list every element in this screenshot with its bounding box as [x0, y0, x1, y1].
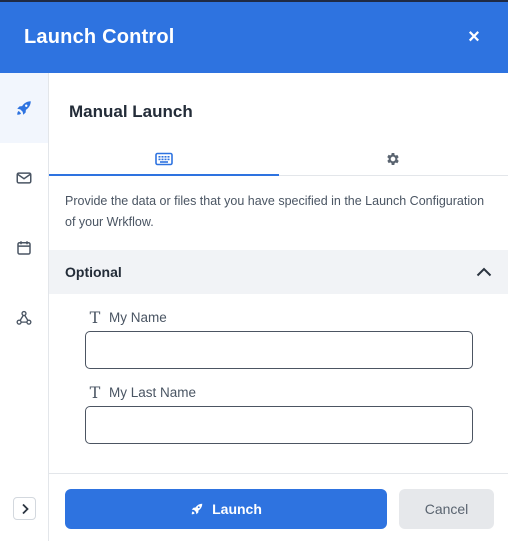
calendar-icon: [17, 241, 31, 255]
text-type-icon: T: [89, 383, 101, 402]
sidebar: [0, 73, 49, 541]
cancel-button[interactable]: Cancel: [399, 489, 494, 529]
launch-button[interactable]: Launch: [65, 489, 387, 529]
sidebar-item-email[interactable]: [0, 143, 48, 213]
sidebar-item-manual-launch[interactable]: [0, 73, 48, 143]
optional-section-header[interactable]: Optional: [49, 250, 508, 294]
rocket-icon: [17, 101, 31, 115]
rocket-icon: [191, 503, 203, 515]
dialog-header: Launch Control ×: [0, 0, 508, 73]
tab-input[interactable]: [49, 143, 279, 176]
section-title: Optional: [65, 264, 122, 280]
sidebar-item-webhook[interactable]: [0, 283, 48, 353]
field-label-text: My Last Name: [109, 385, 197, 400]
field-label-my-last-name: T My Last Name: [87, 383, 196, 402]
field-label-text: My Name: [109, 310, 167, 325]
mail-icon: [16, 172, 32, 184]
page-title: Manual Launch: [69, 102, 193, 121]
dialog-footer: Launch Cancel: [49, 473, 508, 541]
text-type-icon: T: [89, 308, 101, 327]
dialog-title: Launch Control: [24, 26, 175, 48]
my-name-input[interactable]: [85, 331, 473, 369]
sidebar-expand-button[interactable]: [13, 497, 36, 520]
sidebar-item-schedule[interactable]: [0, 213, 48, 283]
tab-settings[interactable]: [279, 143, 508, 175]
main-panel: Manual Launch Provide the data or files …: [49, 73, 508, 541]
webhook-icon: [16, 310, 32, 325]
chevron-up-icon: [476, 267, 492, 277]
my-last-name-input[interactable]: [85, 406, 473, 444]
launch-button-label: Launch: [212, 501, 262, 517]
keyboard-icon: [154, 152, 173, 166]
tab-bar: [49, 143, 508, 176]
chevron-right-icon: [21, 503, 29, 514]
cancel-button-label: Cancel: [424, 501, 469, 517]
gear-icon: [387, 153, 399, 165]
launch-description: Provide the data or files that you have …: [65, 194, 485, 229]
close-button[interactable]: ×: [464, 26, 484, 49]
field-label-my-name: T My Name: [87, 308, 167, 327]
